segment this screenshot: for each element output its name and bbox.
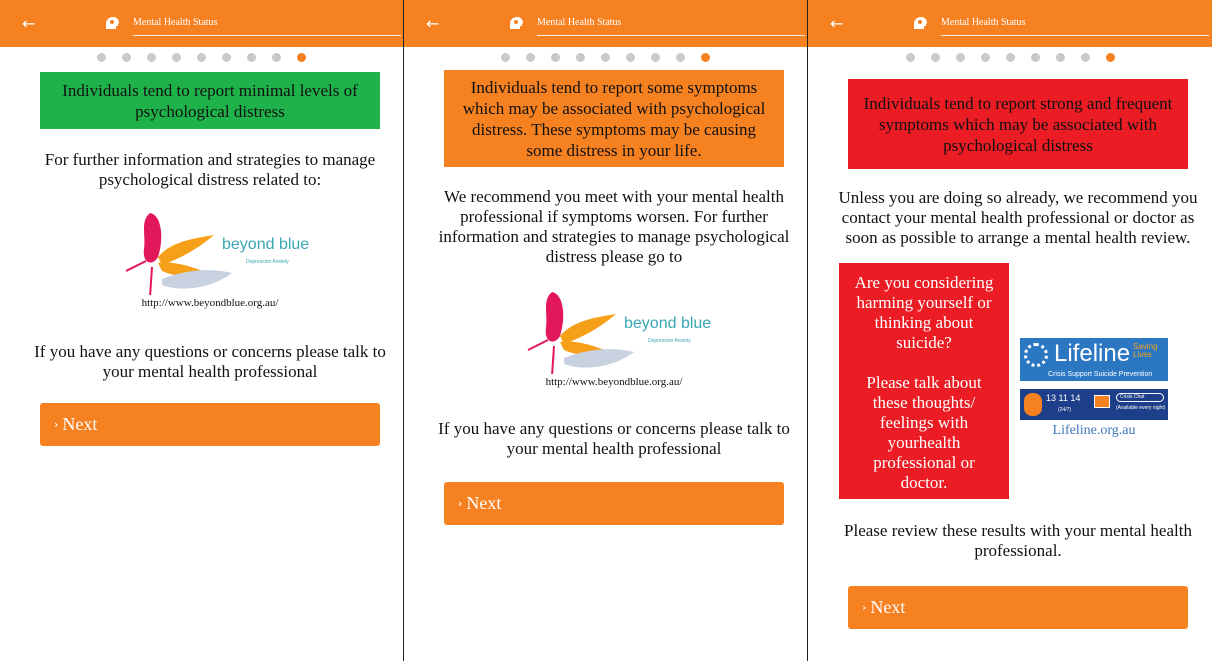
recommend-text: We recommend you meet with your mental h… [438,187,790,266]
head-brain-icon [510,17,523,29]
crisis-chat-label: Crisis Chat [1116,393,1164,402]
progress-dot [955,53,965,62]
panel-some: ← Mental Health Status Individuals tend … [404,0,808,661]
head-brain-icon [914,17,927,29]
logo-brand-text: beyond blue [222,236,310,253]
back-arrow-icon[interactable]: ← [830,15,848,33]
result-banner-some: Individuals tend to report some symptoms… [444,70,784,167]
head-brain-icon [106,17,119,29]
lifeline-ring-icon [1024,343,1048,367]
warning-question: Are you considering harming yourself or … [854,273,994,352]
progress-dots [404,53,807,65]
progress-dot [551,53,560,62]
result-banner-strong: Individuals tend to report strong and fr… [848,79,1188,169]
progress-dot [197,53,206,62]
progress-dot [526,53,535,62]
title-field[interactable]: Mental Health Status [133,14,401,36]
lifeline-logo: Lifeline Saving Lives Crisis Support Sui… [1020,338,1170,448]
progress-dot [147,53,156,62]
lifeline-banner: Lifeline Saving Lives Crisis Support Sui… [1020,338,1168,381]
progress-dot [626,53,635,62]
questions-text: If you have any questions or concerns pl… [438,419,790,458]
progress-dot [1005,53,1015,62]
result-banner-minimal: Individuals tend to report minimal level… [40,72,380,129]
progress-dot [651,53,660,62]
progress-dot-active [701,53,710,62]
lifeline-tagline: Crisis Support Suicide Prevention [1048,371,1153,378]
beyondblue-logo: beyond blue Depression Anxiety [524,284,714,377]
phone-icon [1024,393,1042,416]
progress-dot [222,53,231,62]
progress-dot [676,53,685,62]
next-button[interactable]: › Next [444,482,784,525]
screens-row: ← Mental Health Status Individuals tend … [0,0,1212,661]
progress-dot [601,53,610,62]
progress-dot [501,53,510,62]
back-arrow-icon[interactable]: ← [22,15,40,33]
next-button[interactable]: › Next [848,586,1188,629]
progress-dot [97,53,106,62]
progress-dots [808,53,1212,65]
warning-advice: Please talk about these thoughts/ feelin… [866,373,982,492]
saving-lives-text: Saving Lives [1133,342,1158,359]
chevron-right-icon: › [458,497,463,510]
progress-dot-active [297,53,306,62]
questions-text: If you have any questions or concerns pl… [34,342,386,381]
lifeline-hours: (24/7) [1058,407,1072,413]
monitor-icon [1094,395,1110,408]
beyondblue-logo: beyond blue Depression Anxiety [122,205,312,298]
next-label: Next [870,597,906,617]
next-label: Next [466,493,502,513]
logo-brand-text: beyond blue [624,315,712,332]
header-bar: ← Mental Health Status [808,0,1212,47]
lifeline-phone: 13 11 14 [1046,393,1081,403]
progress-dot [247,53,256,62]
next-button[interactable]: › Next [40,403,380,446]
progress-dot [576,53,585,62]
progress-dot [272,53,281,62]
progress-dot-active [1105,53,1115,62]
title-field[interactable]: Mental Health Status [537,14,805,36]
progress-dots [0,53,403,65]
header-bar: ← Mental Health Status [0,0,403,47]
lifeline-link[interactable]: Lifeline.org.au [1020,423,1168,439]
lifeline-contact-bar: 13 11 14 (24/7) Crisis Chat (Available e… [1020,389,1168,420]
next-label: Next [62,414,98,434]
chevron-right-icon: › [54,418,59,431]
suicide-warning-box: Are you considering harming yourself or … [839,263,1009,499]
progress-dot [930,53,940,62]
back-arrow-icon[interactable]: ← [426,15,444,33]
beyondblue-url[interactable]: http://www.beyondblue.org.au/ [444,376,784,388]
progress-dot [980,53,990,62]
progress-dot [172,53,181,62]
progress-dot [122,53,131,62]
title-field[interactable]: Mental Health Status [941,14,1209,36]
review-text: Please review these results with your me… [844,521,1192,560]
progress-dot [1080,53,1090,62]
progress-dot [1055,53,1065,62]
progress-dot [1030,53,1040,62]
recommend-text: Unless you are doing so already, we reco… [838,188,1198,247]
panel-strong: ← Mental Health Status Individuals tend … [808,0,1212,661]
logo-tagline: Depression Anxiety [246,259,289,265]
beyondblue-url[interactable]: http://www.beyondblue.org.au/ [40,297,380,309]
info-text: For further information and strategies t… [44,150,376,189]
panel-minimal: ← Mental Health Status Individuals tend … [0,0,404,661]
header-bar: ← Mental Health Status [404,0,807,47]
progress-dot [905,53,915,62]
lifeline-name: Lifeline [1054,340,1131,367]
chevron-right-icon: › [862,601,867,614]
crisis-chat-availability: (Available every night) [1116,405,1166,411]
logo-tagline: Depression Anxiety [648,338,691,344]
